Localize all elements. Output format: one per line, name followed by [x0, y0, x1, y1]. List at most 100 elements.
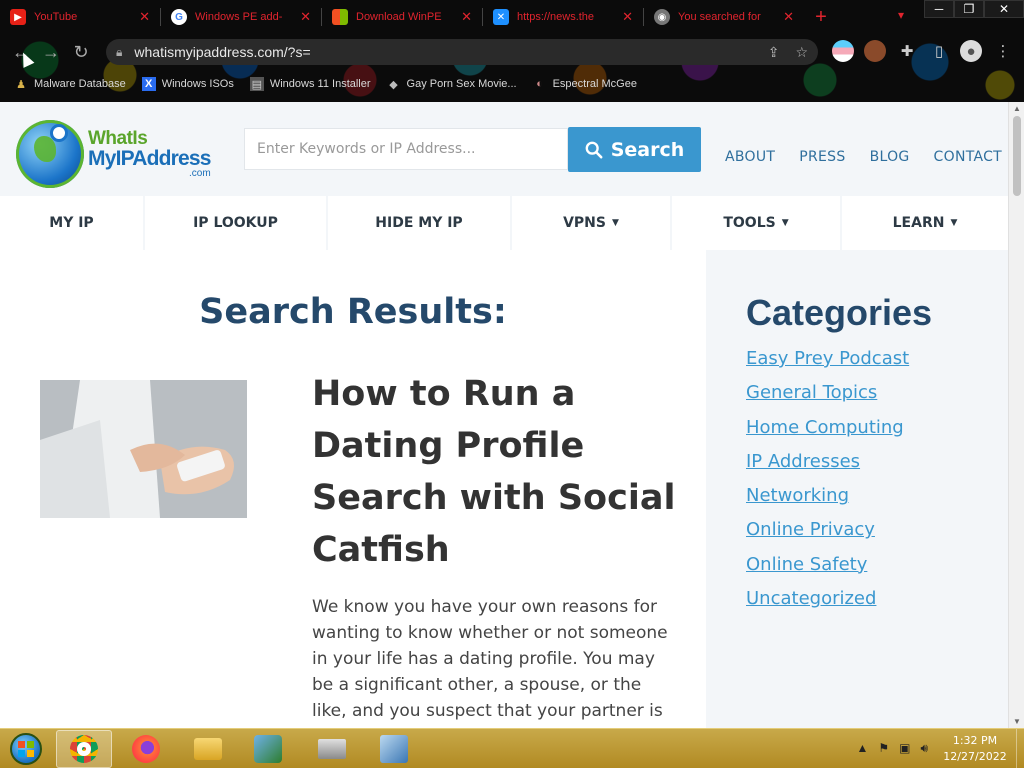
bookmark-espectral-mcgee[interactable]: ◐ Espectral McGee — [533, 77, 637, 91]
site-header: WhatIs MyIPAddress .com Search ABOUT PRE… — [0, 102, 1008, 196]
page-scrollbar[interactable]: ▲ ▼ — [1008, 102, 1024, 728]
scroll-up-icon[interactable]: ▲ — [1013, 104, 1021, 113]
share-icon[interactable]: ⇪ — [768, 44, 780, 61]
close-window-button[interactable]: ✕ — [984, 0, 1024, 18]
close-tab-icon[interactable]: ✕ — [300, 9, 311, 25]
profile-extension-icon[interactable] — [864, 40, 886, 62]
lock-icon[interactable]: 🔒︎ — [116, 45, 122, 60]
bookmark-label: Windows ISOs — [161, 78, 234, 90]
reload-button[interactable]: ↻ — [66, 37, 96, 67]
search-button[interactable]: Search — [568, 127, 701, 172]
category-link[interactable]: General Topics — [746, 382, 877, 403]
tab-google[interactable]: G Windows PE add- ✕ — [161, 2, 321, 32]
list-item: Online Privacy — [746, 519, 909, 553]
close-tab-icon[interactable]: ✕ — [783, 9, 794, 25]
main-nav-label: IP LOOKUP — [193, 215, 278, 231]
main-nav-tools[interactable]: TOOLS ▼ — [672, 196, 842, 250]
main-nav: MY IP IP LOOKUP HIDE MY IP VPNS ▼ TOOLS … — [0, 196, 1008, 250]
list-item: Home Computing — [746, 417, 909, 451]
post-title-link[interactable]: How to Run a Dating Profile Search with … — [312, 368, 692, 576]
close-tab-icon[interactable]: ✕ — [622, 9, 633, 25]
network-icon[interactable]: ▣ — [899, 741, 910, 756]
site-search-input[interactable] — [257, 141, 567, 157]
folder-icon — [194, 738, 222, 760]
system-clock[interactable]: 1:32 PM 12/27/2022 — [938, 733, 1012, 765]
taskbar-disk-app[interactable] — [304, 730, 360, 768]
dropdown-caret-icon: ▼ — [781, 218, 789, 228]
extension-area: ✚ ▯ ● ⋮ — [832, 40, 1014, 62]
close-tab-icon[interactable]: ✕ — [461, 9, 472, 25]
start-button[interactable] — [6, 731, 46, 767]
category-link[interactable]: Uncategorized — [746, 588, 876, 609]
main-nav-hide-my-ip[interactable]: HIDE MY IP — [328, 196, 512, 250]
tab-title: YouTube — [34, 11, 78, 23]
taskbar-remote-app[interactable] — [366, 730, 422, 768]
post-thumbnail-image[interactable] — [40, 380, 247, 518]
show-hidden-icons-icon[interactable]: ▲ — [856, 741, 868, 756]
tab-news[interactable]: ✕ https://news.the ✕ — [483, 2, 643, 32]
main-nav-vpns[interactable]: VPNS ▼ — [512, 196, 672, 250]
account-avatar-icon[interactable]: ● — [960, 40, 982, 62]
tab-youtube[interactable]: ▶ YouTube ✕ — [0, 2, 160, 32]
category-link[interactable]: Networking — [746, 485, 849, 506]
tab-title: Windows PE add- — [195, 11, 283, 23]
minimize-button[interactable]: ─ — [924, 0, 954, 18]
volume-icon[interactable]: 🔊︎ — [920, 741, 928, 756]
category-link[interactable]: Easy Prey Podcast — [746, 348, 909, 369]
address-bar[interactable]: 🔒︎ whatismyipaddress.com/?s= ⇪ ☆ — [106, 39, 818, 65]
nav-about[interactable]: ABOUT — [725, 149, 775, 165]
url-text[interactable]: whatismyipaddress.com/?s= — [134, 44, 751, 60]
nav-press[interactable]: PRESS — [799, 149, 845, 165]
forward-button[interactable]: → — [36, 37, 66, 67]
bookmark-windows-isos[interactable]: X Windows ISOs — [141, 77, 234, 91]
main-nav-learn[interactable]: LEARN ▼ — [842, 196, 1008, 250]
category-link[interactable]: IP Addresses — [746, 451, 860, 472]
category-link[interactable]: Online Safety — [746, 554, 867, 575]
tab-search-active[interactable]: ◉ You searched for ✕ — [644, 2, 804, 32]
bookmark-4[interactable]: ◆ Gay Porn Sex Movie... — [387, 77, 516, 91]
browser-chrome: ▶ YouTube ✕ G Windows PE add- ✕ Download… — [0, 0, 1024, 102]
taskbar-file-explorer[interactable] — [180, 730, 236, 768]
nav-contact[interactable]: CONTACT — [934, 149, 1003, 165]
site-search-field[interactable] — [244, 128, 568, 170]
restore-button[interactable]: ❐ — [954, 0, 984, 18]
windows-start-icon — [10, 733, 42, 765]
category-link[interactable]: Home Computing — [746, 417, 904, 438]
news-icon: ✕ — [493, 9, 509, 25]
list-item: Uncategorized — [746, 588, 909, 622]
main-nav-label: MY IP — [49, 215, 94, 231]
scroll-down-icon[interactable]: ▼ — [1013, 717, 1021, 726]
window-controls: ─ ❐ ✕ — [924, 0, 1024, 18]
logo-wordmark: WhatIs MyIPAddress .com — [88, 129, 211, 179]
main-nav-label: VPNS — [563, 215, 606, 231]
browser-menu-icon[interactable]: ⋮ — [992, 40, 1014, 62]
close-tab-icon[interactable]: ✕ — [139, 9, 150, 25]
taskbar-chrome[interactable] — [56, 730, 112, 768]
bookmark-malware-database[interactable]: ♟ Malware Database — [14, 77, 126, 91]
list-item: IP Addresses — [746, 451, 909, 485]
youtube-icon: ▶ — [10, 9, 26, 25]
category-link[interactable]: Online Privacy — [746, 519, 875, 540]
browser-toolbar: ← → ↻ 🔒︎ whatismyipaddress.com/?s= ⇪ ☆ ✚… — [0, 36, 1024, 68]
top-nav: ABOUT PRESS BLOG CONTACT — [725, 149, 1002, 165]
main-nav-my-ip[interactable]: MY IP — [0, 196, 145, 250]
side-panel-icon[interactable]: ▯ — [928, 40, 950, 62]
taskbar-network-app[interactable] — [240, 730, 296, 768]
bookmark-windows-11-installer[interactable]: ▤ Windows 11 Installer — [249, 77, 371, 91]
puzzle-extensions-icon[interactable]: ✚ — [896, 40, 918, 62]
bookmark-label: Espectral McGee — [552, 78, 637, 90]
show-desktop-button[interactable] — [1016, 729, 1024, 768]
chrome-icon — [70, 735, 98, 763]
site-logo[interactable]: WhatIs MyIPAddress .com — [16, 120, 211, 188]
scrollbar-thumb[interactable] — [1013, 116, 1021, 196]
main-nav-ip-lookup[interactable]: IP LOOKUP — [145, 196, 328, 250]
taskbar-firefox[interactable] — [118, 730, 174, 768]
remote-desktop-icon — [380, 735, 408, 763]
bookmark-star-icon[interactable]: ☆ — [795, 44, 808, 61]
action-center-flag-icon[interactable]: ⚑ — [878, 741, 889, 756]
nav-blog[interactable]: BLOG — [870, 149, 910, 165]
new-tab-button[interactable]: + — [804, 6, 838, 29]
pride-flag-extension-icon[interactable] — [832, 40, 854, 62]
tab-microsoft[interactable]: Download WinPE ✕ — [322, 2, 482, 32]
tab-search-menu-icon[interactable]: ▾ — [898, 8, 904, 22]
